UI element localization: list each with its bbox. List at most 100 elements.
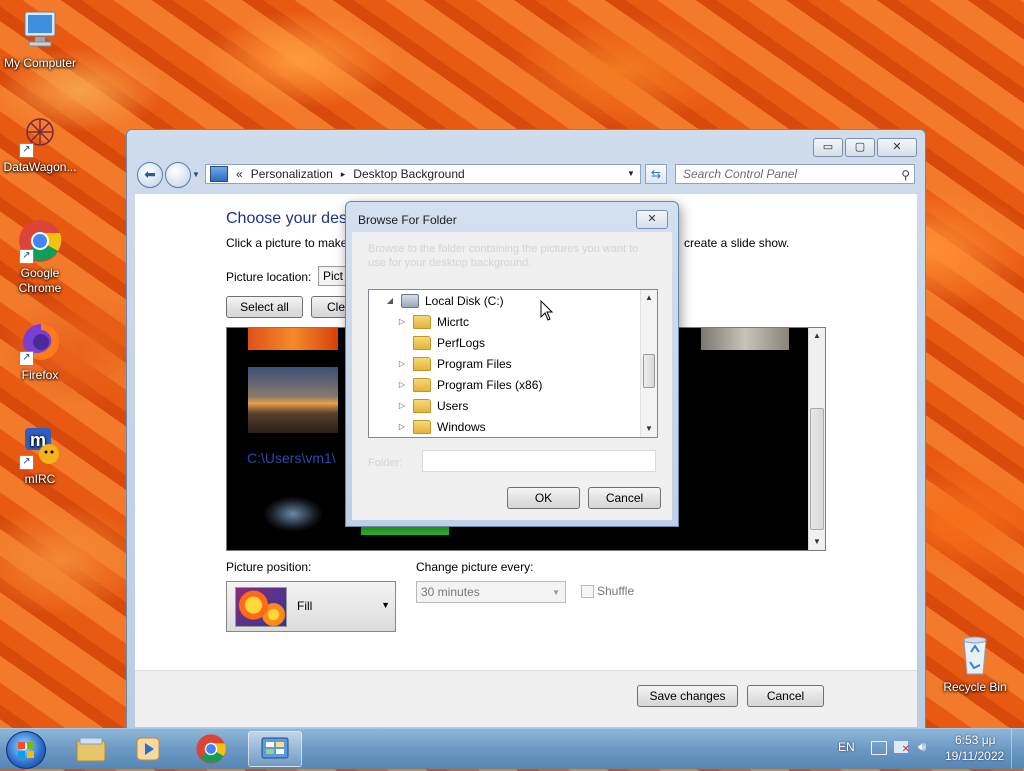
thumbnail-lighthouse[interactable] bbox=[248, 367, 338, 433]
desktop-icon-label: DataWagon... bbox=[3, 160, 77, 174]
tree-node-micrtc[interactable]: ▷ Micrtc bbox=[397, 311, 469, 332]
thumbnail-flowers[interactable] bbox=[248, 328, 338, 350]
picture-position-select[interactable]: Fill ▼ bbox=[226, 581, 396, 632]
cancel-button[interactable]: Cancel bbox=[747, 685, 824, 707]
folder-icon bbox=[413, 335, 431, 350]
window-footer: Save changes Cancel bbox=[135, 670, 917, 727]
scroll-up-icon[interactable]: ▲ bbox=[641, 290, 657, 306]
expand-triangle-icon[interactable]: ▷ bbox=[397, 317, 407, 326]
tree-scrollbar[interactable]: ▲ ▼ bbox=[640, 290, 657, 437]
scroll-up-icon[interactable]: ▲ bbox=[809, 328, 825, 344]
desktop-icon-google-chrome[interactable]: ↗ Google Chrome bbox=[0, 218, 80, 296]
show-desktop-button[interactable] bbox=[1011, 729, 1024, 769]
tree-node-label: Program Files bbox=[437, 356, 512, 371]
breadcrumb-separator-icon[interactable]: ▸ bbox=[341, 169, 346, 180]
clock-date[interactable]: 19/11/2022 bbox=[945, 749, 1004, 763]
taskbar-chrome[interactable] bbox=[184, 731, 238, 767]
gallery-scrollbar[interactable]: ▲ ▼ bbox=[808, 328, 825, 550]
scrollbar-thumb[interactable] bbox=[643, 354, 655, 388]
taskbar-windows-explorer[interactable] bbox=[64, 731, 118, 767]
tree-node-local-disk[interactable]: ◢ Local Disk (C:) bbox=[385, 290, 504, 311]
tree-node-perflogs[interactable]: PerfLogs bbox=[397, 332, 485, 353]
recent-pages-chevron-icon[interactable]: ▼ bbox=[192, 170, 200, 179]
minimize-button[interactable]: ▭ bbox=[813, 138, 843, 157]
back-button[interactable]: ⬅ bbox=[137, 162, 163, 188]
address-dropdown-icon[interactable]: ▼ bbox=[624, 167, 638, 181]
chrome-icon bbox=[196, 734, 226, 764]
dialog-title: Browse For Folder bbox=[358, 213, 457, 227]
checkbox-box bbox=[581, 584, 594, 598]
start-button[interactable] bbox=[6, 731, 46, 769]
change-picture-value: 30 minutes bbox=[421, 585, 480, 599]
search-icon[interactable]: ⚲ bbox=[901, 166, 910, 184]
close-button[interactable]: ✕ bbox=[877, 138, 917, 157]
computer-icon bbox=[17, 8, 63, 54]
folder-tree[interactable]: ◢ Local Disk (C:) ▷ Micrtc PerfLogs ▷ Pr… bbox=[368, 289, 658, 438]
desktop-icon-datawagon[interactable]: ↗ DataWagon... bbox=[0, 112, 80, 175]
language-indicator[interactable]: EN bbox=[838, 740, 855, 754]
expand-triangle-icon[interactable]: ▷ bbox=[397, 359, 407, 368]
folder-label: Folder: bbox=[368, 457, 403, 469]
tree-node-windows[interactable]: ▷ Windows bbox=[397, 416, 486, 437]
taskbar-media-player[interactable] bbox=[122, 731, 176, 767]
dialog-instruction: Browse to the folder containing the pict… bbox=[368, 243, 639, 269]
tree-node-program-files[interactable]: ▷ Program Files bbox=[397, 353, 512, 374]
search-input[interactable]: Search Control Panel ⚲ bbox=[675, 164, 915, 184]
taskbar-control-panel[interactable] bbox=[248, 731, 302, 767]
breadcrumb-personalization[interactable]: Personalization bbox=[251, 167, 333, 181]
tree-node-label: Users bbox=[437, 398, 469, 413]
ok-button[interactable]: OK bbox=[507, 487, 580, 509]
refresh-icon: ⇆ bbox=[650, 167, 662, 181]
page-title: Choose your desk bbox=[226, 210, 355, 227]
control-panel-icon bbox=[210, 166, 228, 182]
select-all-button[interactable]: Select all bbox=[226, 296, 303, 318]
desktop-icon-label: Recycle Bin bbox=[943, 680, 1007, 694]
recycle-bin-icon bbox=[952, 632, 998, 678]
folder-icon bbox=[413, 314, 431, 329]
desktop-icon-label: Google Chrome bbox=[18, 266, 62, 295]
datawagon-icon: ↗ bbox=[17, 112, 63, 158]
address-overflow-chevron[interactable]: « bbox=[236, 167, 243, 181]
change-picture-label: Change picture every: bbox=[416, 560, 534, 574]
thumbnail-windows-logo[interactable] bbox=[248, 486, 338, 536]
desktop-icon-firefox[interactable]: ↗ Firefox bbox=[0, 320, 80, 383]
desktop-icon-my-computer[interactable]: My Computer bbox=[0, 8, 80, 71]
action-center-icon[interactable] bbox=[871, 741, 887, 755]
forward-button[interactable] bbox=[165, 162, 191, 188]
shuffle-label: Shuffle bbox=[597, 584, 635, 598]
scroll-down-icon[interactable]: ▼ bbox=[641, 421, 657, 437]
tree-node-program-files-x86[interactable]: ▷ Program Files (x86) bbox=[397, 374, 542, 395]
folder-icon bbox=[413, 398, 431, 413]
expanded-triangle-icon[interactable]: ◢ bbox=[385, 296, 395, 305]
desktop-icon-mirc[interactable]: m ↗ mIRC bbox=[0, 424, 80, 487]
desktop-icon-recycle-bin[interactable]: Recycle Bin bbox=[935, 632, 1015, 695]
address-bar[interactable]: « Personalization ▸ Desktop Background ▼ bbox=[205, 164, 641, 184]
navigation-bar: ⬅ ▼ « Personalization ▸ Desktop Backgrou… bbox=[135, 162, 917, 188]
picture-location-select[interactable]: Pict bbox=[318, 266, 348, 286]
taskbar: EN ✕ 🔊︎ 6:53 μμ 19/11/2022 bbox=[0, 728, 1024, 769]
dialog-cancel-button[interactable]: Cancel bbox=[588, 487, 661, 509]
chrome-icon: ↗ bbox=[17, 218, 63, 264]
refresh-button[interactable]: ⇆ bbox=[645, 164, 667, 184]
picture-position-value: Fill bbox=[297, 599, 313, 613]
drive-icon bbox=[401, 293, 419, 308]
desktop-icon-label: Firefox bbox=[21, 368, 59, 382]
shortcut-arrow-icon: ↗ bbox=[19, 143, 34, 158]
maximize-button[interactable]: ▢ bbox=[845, 138, 875, 157]
firefox-icon: ↗ bbox=[17, 320, 63, 366]
save-changes-button[interactable]: Save changes bbox=[637, 685, 738, 707]
thumbnail-koala[interactable] bbox=[701, 328, 789, 350]
change-picture-select: 30 minutes ▼ bbox=[416, 581, 566, 603]
expand-triangle-icon[interactable]: ▷ bbox=[397, 380, 407, 389]
dialog-close-button[interactable]: ✕ bbox=[636, 210, 668, 229]
scrollbar-thumb[interactable] bbox=[810, 408, 824, 530]
breadcrumb-desktop-background[interactable]: Desktop Background bbox=[353, 167, 464, 181]
network-icon[interactable]: ✕ bbox=[894, 741, 910, 755]
volume-icon[interactable]: 🔊︎ bbox=[918, 739, 926, 755]
expand-triangle-icon[interactable]: ▷ bbox=[397, 422, 407, 431]
tree-node-users[interactable]: ▷ Users bbox=[397, 395, 468, 416]
clock-time[interactable]: 6:53 μμ bbox=[955, 733, 996, 747]
page-description: Click a picture to make bbox=[226, 236, 348, 250]
scroll-down-icon[interactable]: ▼ bbox=[809, 534, 825, 550]
expand-triangle-icon[interactable]: ▷ bbox=[397, 401, 407, 410]
